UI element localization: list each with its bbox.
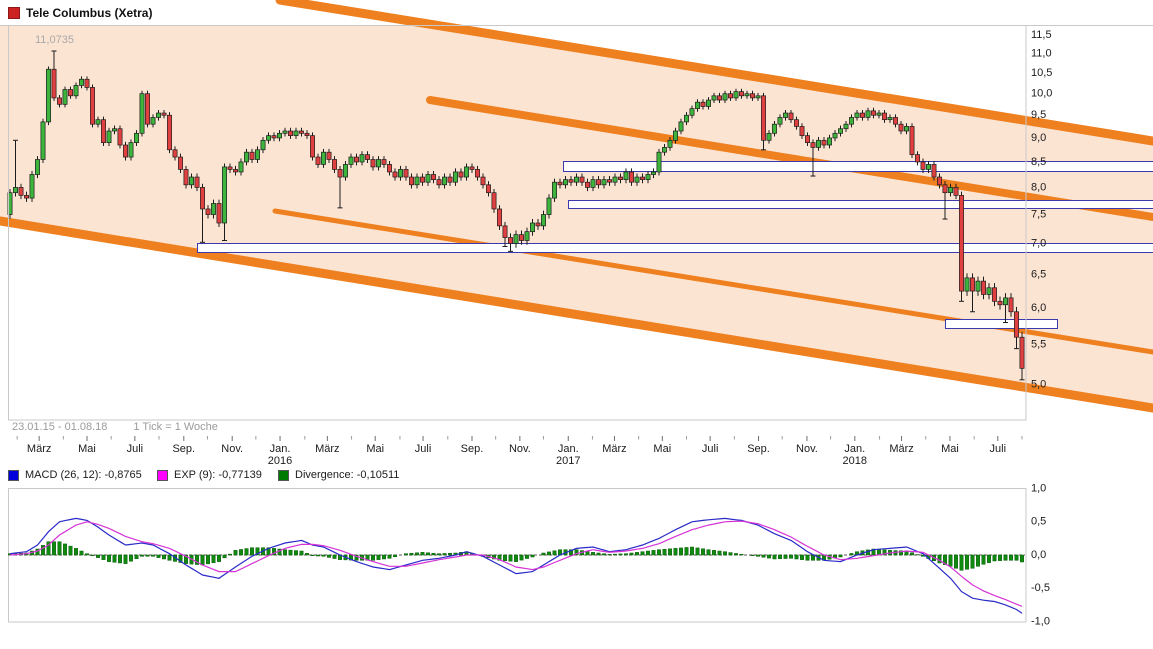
svg-text:März: März (602, 443, 626, 455)
svg-text:März: März (889, 443, 913, 455)
svg-text:10,5: 10,5 (1031, 67, 1052, 79)
svg-text:Jan.: Jan. (270, 443, 291, 455)
svg-text:8,0: 8,0 (1031, 181, 1046, 193)
svg-text:9,5: 9,5 (1031, 109, 1046, 121)
svg-text:Mai: Mai (653, 443, 671, 455)
divergence-legend-label: Divergence: -0,10511 (295, 469, 400, 481)
svg-text:2017: 2017 (556, 455, 580, 467)
svg-text:0,5: 0,5 (1031, 516, 1046, 528)
svg-text:5,0: 5,0 (1031, 379, 1046, 391)
svg-text:-0,5: -0,5 (1031, 582, 1050, 594)
chart-header: Tele Columbus (Xetra) (8, 6, 152, 20)
svg-text:9,0: 9,0 (1031, 132, 1046, 144)
macd-legend-item-divergence: Divergence: -0,10511 (278, 469, 399, 481)
svg-text:11,5: 11,5 (1031, 29, 1052, 41)
svg-text:Juli: Juli (990, 443, 1007, 455)
instrument-marker-icon (8, 7, 20, 19)
svg-text:Mai: Mai (941, 443, 959, 455)
svg-text:Juli: Juli (702, 443, 719, 455)
svg-text:Mai: Mai (366, 443, 384, 455)
svg-text:Jan.: Jan. (558, 443, 579, 455)
divergence-swatch-icon (278, 469, 289, 481)
svg-text:Sep.: Sep. (172, 443, 195, 455)
svg-text:Sep.: Sep. (747, 443, 770, 455)
svg-text:-1,0: -1,0 (1031, 615, 1050, 627)
svg-text:0,0: 0,0 (1031, 549, 1046, 561)
macd-legend-label: MACD (26, 12): -0,8765 (25, 469, 142, 481)
high-price-label: 11,0735 (35, 34, 74, 46)
instrument-title: Tele Columbus (Xetra) (26, 6, 153, 20)
chart-canvas: 11,5 11,0 10,5 10,0 9,5 9,0 8,5 8,0 7,5 7,0 6,5 6,0… (0, 0, 1153, 649)
exp-legend-label: EXP (9): -0,77139 (174, 469, 262, 481)
svg-text:8,5: 8,5 (1031, 156, 1046, 168)
svg-text:Mai: Mai (78, 443, 96, 455)
svg-text:Juli: Juli (127, 443, 144, 455)
svg-text:Nov.: Nov. (509, 443, 531, 455)
exp-swatch-icon (157, 469, 168, 481)
svg-text:11,0: 11,0 (1031, 48, 1052, 60)
date-range-row: 23.01.15 - 01.08.18 1 Tick = 1 Woche (12, 421, 218, 433)
svg-text:März: März (315, 443, 339, 455)
macd-legend-item-exp: EXP (9): -0,77139 (157, 469, 262, 481)
svg-text:2016: 2016 (268, 455, 292, 467)
svg-text:Sep.: Sep. (461, 443, 484, 455)
svg-text:10,0: 10,0 (1031, 88, 1052, 100)
svg-text:Jan.: Jan. (844, 443, 865, 455)
macd-swatch-icon (8, 469, 19, 481)
svg-text:7,0: 7,0 (1031, 237, 1046, 249)
svg-text:2018: 2018 (843, 455, 867, 467)
svg-text:1,0: 1,0 (1031, 482, 1046, 494)
tick-interval-label: 1 Tick = 1 Woche (133, 421, 218, 433)
svg-text:Nov.: Nov. (796, 443, 818, 455)
svg-text:März: März (27, 443, 51, 455)
macd-legend-item-macd: MACD (26, 12): -0,8765 (8, 469, 142, 481)
svg-text:7,5: 7,5 (1031, 208, 1046, 220)
svg-text:6,0: 6,0 (1031, 302, 1046, 314)
svg-text:5,5: 5,5 (1031, 339, 1046, 351)
svg-text:Nov.: Nov. (221, 443, 243, 455)
chart-page: Tele Columbus (Xetra) 11,5 11,0 10,5 10,0 9,… (0, 0, 1153, 649)
date-range-label: 23.01.15 - 01.08.18 (12, 421, 108, 433)
svg-text:6,5: 6,5 (1031, 269, 1046, 281)
svg-text:Juli: Juli (415, 443, 432, 455)
